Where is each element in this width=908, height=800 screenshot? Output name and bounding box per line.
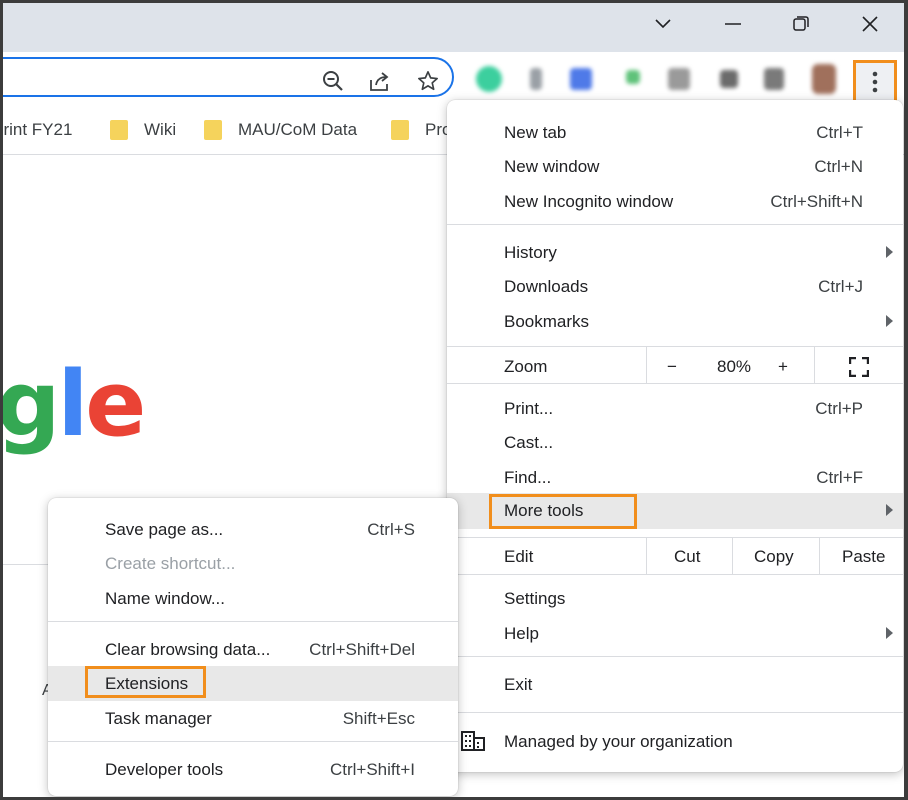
- bookmark-label: MAU/CoM Data: [238, 120, 358, 139]
- paste-button[interactable]: Paste: [842, 547, 885, 567]
- menu-item-save-page[interactable]: Save page as... Ctrl+S: [48, 512, 458, 547]
- menu-item-new-window[interactable]: New window Ctrl+N: [447, 149, 903, 184]
- highlight-box: [489, 494, 637, 529]
- menu-item-developer-tools[interactable]: Developer tools Ctrl+Shift+I: [48, 752, 458, 787]
- zoom-out-icon[interactable]: [321, 69, 345, 93]
- folder-icon: [391, 120, 409, 140]
- menu-separator: [447, 346, 903, 347]
- menu-item-print[interactable]: Print... Ctrl+P: [447, 391, 903, 426]
- highlight-box: [85, 666, 206, 698]
- menu-item-create-shortcut: Create shortcut...: [105, 553, 236, 573]
- extension-icon-3[interactable]: [570, 68, 592, 90]
- menu-separator: [48, 741, 458, 742]
- menu-item-zoom: Zoom − 80% +: [447, 349, 903, 384]
- menu-item-exit[interactable]: Exit: [447, 667, 903, 702]
- menu-item-new-tab[interactable]: New tab Ctrl+T: [447, 115, 903, 150]
- restore-icon[interactable]: [778, 8, 824, 40]
- fullscreen-icon[interactable]: [848, 356, 870, 382]
- chevron-down-icon[interactable]: [640, 8, 686, 40]
- extension-icon-7[interactable]: [764, 68, 784, 90]
- menu-separator: [447, 537, 903, 538]
- menu-item-name-window[interactable]: Name window...: [48, 581, 458, 616]
- menu-item-settings[interactable]: Settings: [447, 581, 903, 616]
- menu-item-help[interactable]: Help: [447, 616, 903, 651]
- star-icon[interactable]: [416, 69, 440, 93]
- share-icon[interactable]: [368, 69, 392, 93]
- submenu-arrow-icon: [886, 246, 893, 258]
- menu-item-downloads[interactable]: Downloads Ctrl+J: [447, 269, 903, 304]
- address-bar[interactable]: [0, 57, 454, 97]
- menu-item-task-manager[interactable]: Task manager Shift+Esc: [48, 701, 458, 736]
- copy-button[interactable]: Copy: [754, 547, 794, 567]
- toolbar: [0, 52, 908, 106]
- bookmark-item[interactable]: Wiki: [110, 118, 176, 142]
- menu-item-edit: Edit Cut Copy Paste: [504, 546, 886, 567]
- submenu-arrow-icon: [886, 315, 893, 327]
- cut-button[interactable]: Cut: [674, 547, 700, 567]
- menu-separator: [447, 712, 903, 713]
- menu-separator: [447, 224, 903, 225]
- submenu-arrow-icon: [886, 627, 893, 639]
- zoom-level: 80%: [717, 356, 752, 376]
- close-icon[interactable]: [847, 8, 893, 40]
- menu-separator: [646, 537, 647, 574]
- menu-item-clear-browsing-data[interactable]: Clear browsing data... Ctrl+Shift+Del: [48, 632, 458, 667]
- zoom-in-button[interactable]: +: [778, 357, 788, 377]
- more-tools-submenu: Save page as... Ctrl+S Create shortcut...…: [48, 498, 458, 796]
- extension-icon-5[interactable]: [668, 68, 690, 90]
- bookmark-item[interactable]: MAU/CoM Data: [204, 118, 357, 142]
- menu-item-bookmarks[interactable]: Bookmarks: [447, 304, 903, 339]
- menu-separator: [646, 347, 647, 383]
- menu-item-find[interactable]: Find... Ctrl+F: [447, 460, 903, 495]
- bookmark-label: Wiki: [144, 120, 177, 139]
- folder-icon: [110, 120, 128, 140]
- menu-separator: [447, 656, 903, 657]
- extension-icon-4[interactable]: [626, 70, 640, 84]
- submenu-arrow-icon: [886, 504, 893, 516]
- menu-separator: [819, 537, 820, 574]
- extension-icon-6[interactable]: [720, 70, 738, 88]
- menu-separator: [447, 574, 903, 575]
- chrome-main-menu: New tab Ctrl+T New window Ctrl+N New Incog…: [447, 100, 903, 772]
- menu-separator: [447, 383, 903, 384]
- building-icon: [461, 731, 485, 756]
- bookmark-item[interactable]: Pro: [391, 118, 451, 142]
- menu-item-cast[interactable]: Cast...: [447, 425, 903, 460]
- profile-avatar[interactable]: [812, 64, 836, 94]
- minimize-icon[interactable]: [710, 8, 756, 40]
- more-options-button[interactable]: [853, 60, 897, 104]
- zoom-out-button[interactable]: −: [667, 357, 677, 377]
- kebab-menu-icon: [872, 71, 878, 93]
- bookmark-label: print FY21: [0, 120, 73, 139]
- title-bar: [0, 0, 908, 52]
- folder-icon: [204, 120, 222, 140]
- menu-separator: [814, 347, 815, 383]
- menu-item-new-incognito[interactable]: New Incognito window Ctrl+Shift+N: [447, 184, 903, 219]
- menu-separator: [732, 537, 733, 574]
- extension-icon-1[interactable]: [476, 66, 502, 92]
- bookmark-item[interactable]: print FY21: [0, 118, 72, 142]
- menu-item-managed[interactable]: Managed by your organization: [447, 724, 903, 759]
- menu-separator: [48, 621, 458, 622]
- google-logo: gle: [0, 352, 146, 457]
- extension-icon-2[interactable]: [530, 68, 542, 90]
- menu-item-history[interactable]: History: [447, 235, 903, 270]
